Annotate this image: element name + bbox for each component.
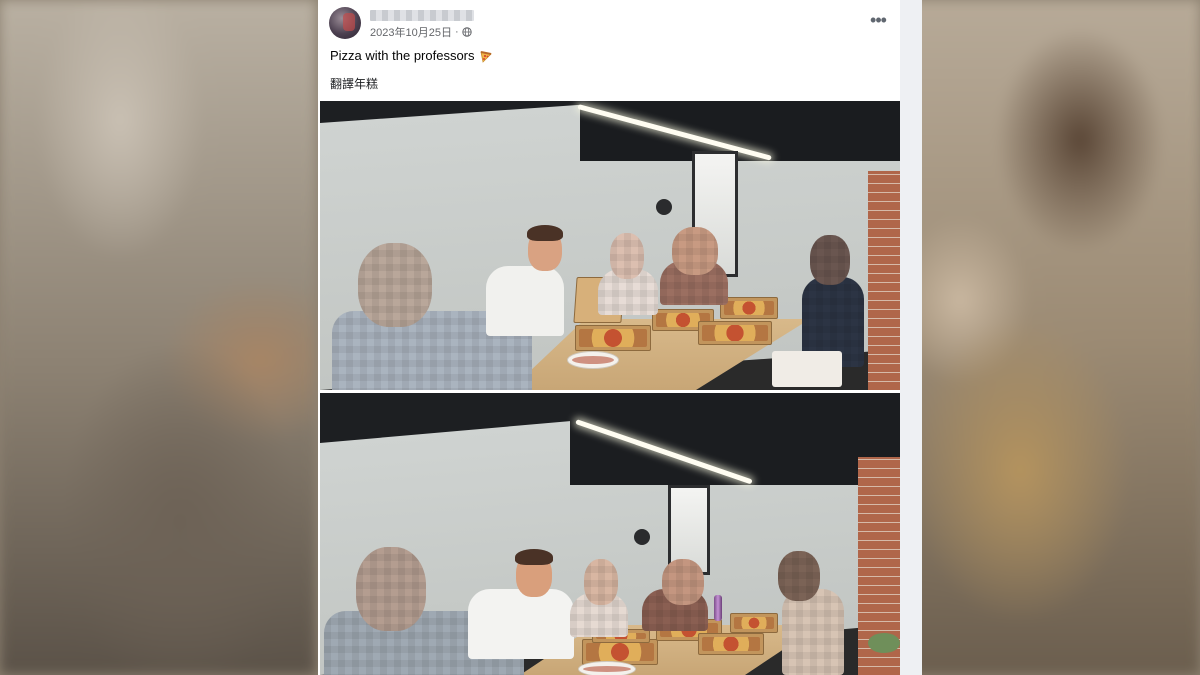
post-meta: 2023年10月25日 · <box>370 24 472 40</box>
post-photo-1[interactable] <box>320 101 900 390</box>
more-options-button[interactable]: ••• <box>866 10 890 34</box>
pizza-box <box>698 321 772 345</box>
photo-2-scene <box>320 393 900 675</box>
blurred-background-left <box>0 0 316 675</box>
post-date[interactable]: 2023年10月25日 <box>370 24 452 40</box>
globe-icon <box>461 27 472 37</box>
plant <box>868 633 900 653</box>
post-header: 2023年10月25日 · ••• Pizza with the profess… <box>318 0 900 100</box>
pizza-box <box>720 297 778 319</box>
more-options-icon: ••• <box>870 10 887 30</box>
scroll-rail <box>900 0 922 675</box>
plate <box>578 661 636 675</box>
author-avatar[interactable] <box>329 7 361 39</box>
blurred-background-right <box>900 0 1200 675</box>
author-name-redacted[interactable] <box>370 10 474 21</box>
wall-speaker <box>656 199 672 215</box>
post-caption: Pizza with the professors <box>330 48 493 63</box>
see-translation-link[interactable]: 翻譯年糕 <box>330 75 378 92</box>
pizza-box <box>575 325 651 351</box>
meta-separator: · <box>454 26 459 38</box>
bottle <box>714 595 722 621</box>
brick-wall <box>868 171 900 390</box>
post-photo-2[interactable] <box>320 393 900 675</box>
pizza-box <box>698 633 764 655</box>
plate <box>567 351 619 369</box>
photo-1-scene <box>320 101 900 390</box>
wall-speaker <box>634 529 650 545</box>
pizza-box <box>730 613 778 633</box>
facebook-post: 2023年10月25日 · ••• Pizza with the profess… <box>318 0 900 675</box>
post-caption-text: Pizza with the professors <box>330 48 475 63</box>
pizza-icon <box>480 50 492 63</box>
